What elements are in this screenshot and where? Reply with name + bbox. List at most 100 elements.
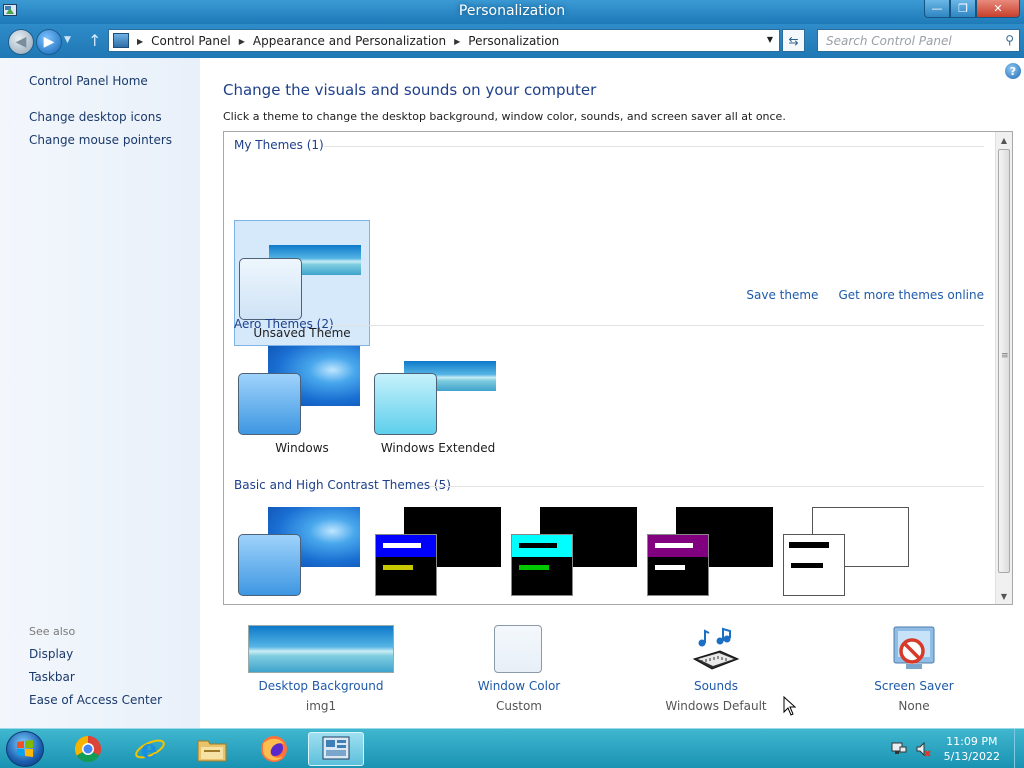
- text-line-preview: [383, 543, 421, 548]
- control-panel-home-link[interactable]: Control Panel Home: [29, 74, 148, 88]
- taskbar-internet-explorer[interactable]: e: [122, 732, 178, 766]
- theme-label: Windows Extended: [380, 441, 496, 455]
- group-divider: [330, 325, 984, 326]
- text-line-preview: [519, 543, 557, 548]
- text-line-preview: [791, 563, 823, 568]
- theme-window-preview: [238, 373, 301, 435]
- minimize-button[interactable]: —: [924, 0, 950, 18]
- theme-list-scrollbar[interactable]: ▲ ≡ ▼: [995, 132, 1012, 604]
- group-basic-themes[interactable]: Basic and High Contrast Themes (5): [234, 478, 451, 492]
- taskbar-file-explorer[interactable]: [184, 732, 240, 766]
- chevron-right-icon[interactable]: ▶: [454, 37, 460, 46]
- see-also-header: See also: [29, 625, 76, 638]
- taskbar-link[interactable]: Taskbar: [29, 670, 75, 684]
- refresh-button[interactable]: ⇆: [782, 29, 805, 52]
- search-placeholder: Search Control Panel: [826, 34, 952, 48]
- sounds-icon: [692, 627, 740, 670]
- breadcrumb-personalization[interactable]: Personalization: [468, 34, 559, 48]
- theme-list: My Themes (1) Unsaved Theme Save theme G…: [223, 131, 1013, 605]
- change-desktop-icons-link[interactable]: Change desktop icons: [29, 110, 162, 124]
- text-line-preview: [655, 543, 693, 548]
- breadcrumb-appearance[interactable]: Appearance and Personalization: [253, 34, 446, 48]
- taskbar: e 11:09 PM 5/13/2022: [0, 728, 1024, 768]
- recent-pages-dropdown[interactable]: ▼: [64, 35, 71, 45]
- change-mouse-pointers-link[interactable]: Change mouse pointers: [29, 133, 172, 147]
- theme-high-contrast-2[interactable]: [506, 497, 642, 604]
- back-button[interactable]: ◀: [8, 29, 34, 55]
- start-button[interactable]: [6, 731, 44, 767]
- close-icon: ✕: [993, 2, 1003, 15]
- display-link[interactable]: Display: [29, 647, 73, 661]
- address-bar[interactable]: ▶ Control Panel ▶ Appearance and Persona…: [108, 29, 780, 52]
- system-clock[interactable]: 11:09 PM 5/13/2022: [944, 734, 1000, 764]
- control-panel-icon: [113, 33, 129, 48]
- address-dropdown[interactable]: ▼: [767, 35, 773, 44]
- chevron-down-icon: ▼: [766, 35, 773, 44]
- network-icon[interactable]: [891, 741, 907, 757]
- restore-icon: ❐: [958, 2, 968, 15]
- breadcrumb-control-panel[interactable]: Control Panel: [151, 34, 231, 48]
- text-line-preview: [383, 565, 413, 570]
- taskbar-firefox[interactable]: [246, 732, 302, 766]
- triangle-down-icon: ▼: [1000, 591, 1008, 601]
- window-color-setting[interactable]: Window Color Custom: [464, 625, 574, 715]
- sounds-setting[interactable]: Sounds Windows Default: [656, 625, 776, 715]
- text-line-preview: [789, 542, 829, 548]
- up-button[interactable]: ↑: [88, 31, 101, 50]
- chevron-right-icon[interactable]: ▶: [137, 37, 143, 46]
- file-explorer-icon: [197, 740, 227, 762]
- refresh-icon: ⇆: [788, 33, 799, 48]
- desktop-background-setting[interactable]: Desktop Background img1: [246, 625, 396, 715]
- breadcrumb: ▶ Control Panel ▶ Appearance and Persona…: [133, 34, 559, 48]
- theme-windows-extended[interactable]: Windows Extended: [370, 336, 506, 462]
- desktop-background-thumbnail: [248, 625, 394, 673]
- setting-label[interactable]: Desktop Background: [246, 679, 396, 693]
- close-button[interactable]: ✕: [976, 0, 1020, 18]
- theme-window-preview: [647, 534, 709, 596]
- chrome-icon: [74, 735, 102, 763]
- search-icon[interactable]: ⚲: [1005, 33, 1014, 47]
- maximize-button[interactable]: ❐: [950, 0, 976, 18]
- theme-windows[interactable]: Windows: [234, 336, 370, 462]
- show-desktop-button[interactable]: [1014, 729, 1024, 768]
- group-my-themes[interactable]: My Themes (1): [234, 138, 324, 152]
- search-input[interactable]: Search Control Panel ⚲: [817, 29, 1020, 52]
- theme-links: Save theme Get more themes online: [746, 288, 984, 302]
- window-color-swatch: [494, 625, 542, 673]
- scroll-up-button[interactable]: ▲: [996, 132, 1012, 148]
- arrow-left-icon: ◀: [15, 34, 27, 50]
- forward-button[interactable]: ▶: [36, 29, 62, 55]
- scroll-down-button[interactable]: ▼: [996, 588, 1012, 604]
- get-more-themes-link[interactable]: Get more themes online: [838, 288, 984, 302]
- volume-muted-icon[interactable]: [915, 741, 931, 757]
- title-bar: Personalization — ❐ ✕: [0, 0, 1024, 24]
- theme-windows-basic[interactable]: [234, 497, 370, 604]
- group-aero-themes[interactable]: Aero Themes (2): [234, 317, 334, 331]
- arrow-up-icon: ↑: [88, 31, 102, 50]
- help-icon[interactable]: ?: [1005, 63, 1021, 79]
- setting-label[interactable]: Sounds: [656, 679, 776, 693]
- theme-high-contrast-1[interactable]: [370, 497, 506, 604]
- theme-window-preview: [374, 373, 437, 435]
- page-title: Change the visuals and sounds on your co…: [223, 81, 597, 99]
- theme-window-preview: [238, 534, 301, 596]
- theme-high-contrast-black[interactable]: [642, 497, 778, 604]
- task-pane: Control Panel Home Change desktop icons …: [0, 58, 200, 728]
- chevron-right-icon[interactable]: ▶: [239, 37, 245, 46]
- theme-label: Windows: [275, 441, 329, 455]
- save-theme-link[interactable]: Save theme: [746, 288, 818, 302]
- arrow-right-icon: ▶: [43, 34, 55, 50]
- scrollbar-thumb[interactable]: ≡: [998, 149, 1010, 573]
- setting-value: None: [898, 699, 930, 713]
- navigation-bar: ◀ ▶ ▼ ↑ ▶ Control Panel ▶ Appearance and…: [0, 24, 1024, 58]
- setting-label[interactable]: Window Color: [464, 679, 574, 693]
- setting-label[interactable]: Screen Saver: [854, 679, 974, 693]
- chevron-down-icon: ▼: [64, 35, 71, 45]
- theme-high-contrast-white[interactable]: [778, 497, 914, 604]
- theme-window-preview: [375, 534, 437, 596]
- ease-of-access-link[interactable]: Ease of Access Center: [29, 693, 162, 707]
- taskbar-chrome[interactable]: [60, 732, 116, 766]
- screen-saver-setting[interactable]: Screen Saver None: [854, 625, 974, 715]
- group-divider: [430, 486, 984, 487]
- taskbar-control-panel[interactable]: [308, 732, 364, 766]
